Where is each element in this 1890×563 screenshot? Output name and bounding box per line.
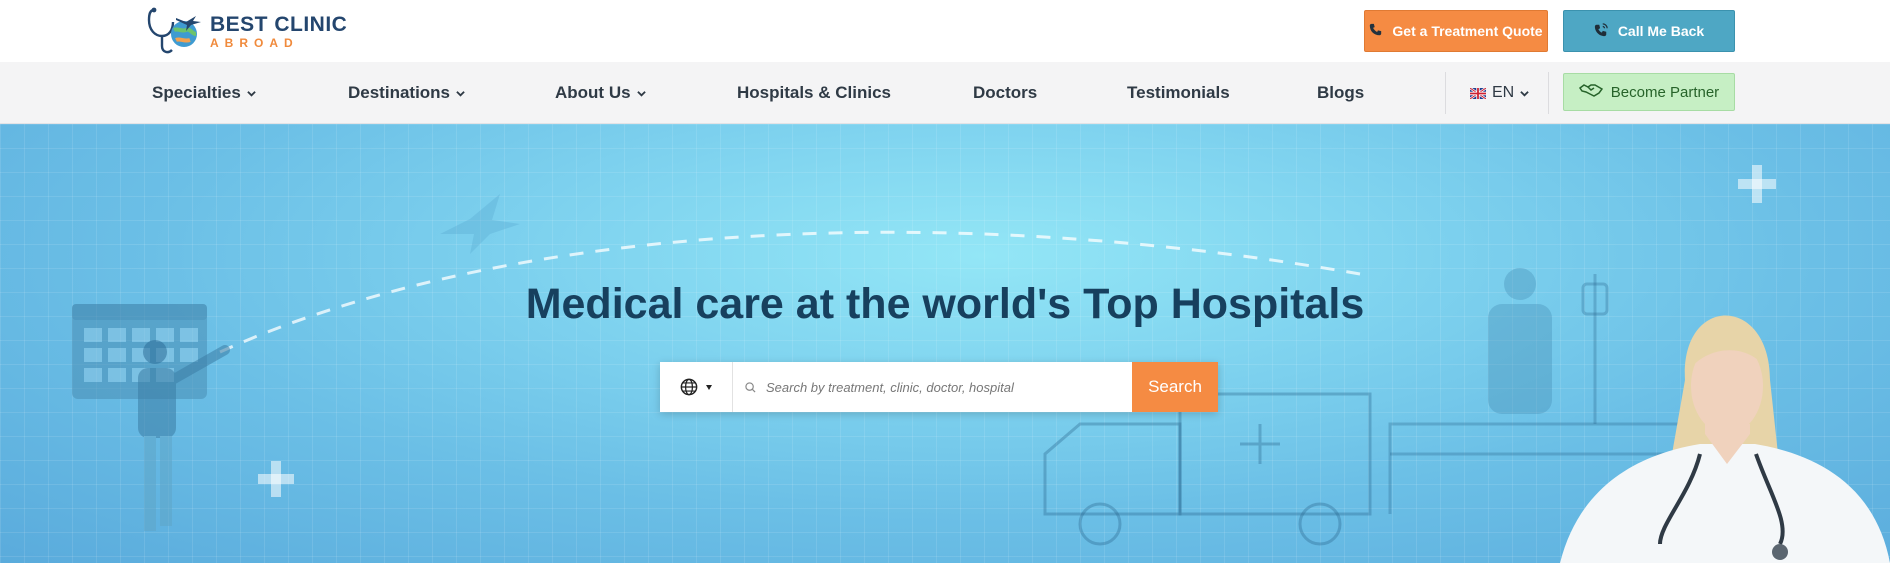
caret-down-icon bbox=[706, 384, 712, 390]
call-me-back-button[interactable]: Call Me Back bbox=[1563, 10, 1735, 52]
search-button[interactable]: Search bbox=[1132, 362, 1218, 412]
nav-item-specialties[interactable]: Specialties bbox=[152, 62, 256, 124]
nav-item-blogs[interactable]: Blogs bbox=[1317, 62, 1364, 124]
partner-button-label: Become Partner bbox=[1610, 83, 1720, 101]
phone-ring-icon bbox=[1594, 22, 1608, 40]
search-icon bbox=[745, 381, 756, 393]
nav-item-label: Doctors bbox=[973, 83, 1038, 102]
nav-divider bbox=[1445, 72, 1446, 114]
brand-tagline: ABROAD bbox=[210, 35, 299, 50]
nav-item-label: About Us bbox=[555, 83, 631, 102]
callback-button-label: Call Me Back bbox=[1617, 23, 1705, 39]
region-selector[interactable] bbox=[660, 362, 733, 412]
phone-icon bbox=[1369, 23, 1382, 39]
globe-icon bbox=[680, 378, 698, 396]
nav-item-label: Testimonials bbox=[1127, 83, 1230, 102]
chevron-down-icon bbox=[456, 90, 465, 97]
stethoscope-globe-icon bbox=[146, 6, 206, 56]
nav-item-doctors[interactable]: Doctors bbox=[973, 62, 1037, 124]
nav-item-label: Hospitals & Clinics bbox=[737, 83, 891, 102]
hero-title: Medical care at the world's Top Hospital… bbox=[525, 280, 1365, 328]
become-partner-button[interactable]: Become Partner bbox=[1563, 73, 1735, 111]
search-field-wrapper bbox=[733, 362, 1132, 412]
quote-button-label: Get a Treatment Quote bbox=[1392, 23, 1543, 39]
chevron-down-icon bbox=[247, 90, 256, 97]
brand-name: BEST CLINIC bbox=[210, 12, 348, 36]
brand-logo[interactable]: BEST CLINIC ABROAD bbox=[146, 6, 356, 56]
handshake-icon bbox=[1578, 82, 1603, 102]
search-input[interactable] bbox=[766, 379, 1106, 395]
top-bar: BEST CLINIC ABROAD Get a Treatment Quote… bbox=[0, 0, 1890, 62]
nav-item-label: Destinations bbox=[348, 83, 451, 102]
chevron-down-icon bbox=[1520, 90, 1529, 97]
hero-search-bar: Search bbox=[660, 362, 1218, 412]
nav-item-label: Blogs bbox=[1317, 83, 1365, 102]
nav-item-about-us[interactable]: About Us bbox=[555, 62, 646, 124]
hero-banner: Medical care at the world's Top Hospital… bbox=[0, 124, 1890, 563]
chevron-down-icon bbox=[636, 90, 646, 97]
nav-item-destinations[interactable]: Destinations bbox=[348, 62, 465, 124]
nav-item-testimonials[interactable]: Testimonials bbox=[1127, 62, 1230, 124]
get-treatment-quote-button[interactable]: Get a Treatment Quote bbox=[1364, 10, 1548, 52]
language-label: EN bbox=[1492, 84, 1515, 101]
nav-item-hospitals-clinics[interactable]: Hospitals & Clinics bbox=[737, 62, 891, 124]
nav-item-label: Specialties bbox=[152, 83, 241, 102]
nav-divider bbox=[1548, 72, 1549, 114]
language-selector[interactable]: EN bbox=[1470, 62, 1529, 124]
hero-illustration bbox=[72, 165, 1890, 563]
uk-flag-icon bbox=[1470, 87, 1486, 99]
